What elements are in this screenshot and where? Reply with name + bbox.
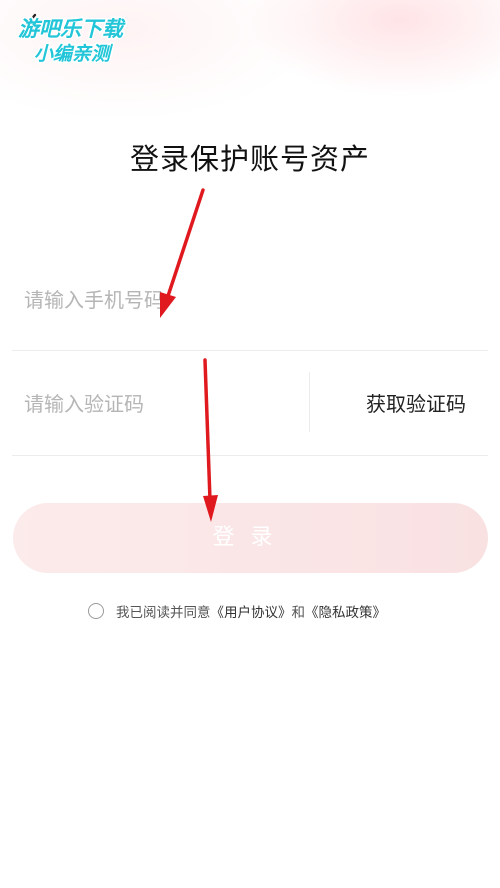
agreement-row: 我已阅读并同意《用户协议》和《隐私政策》: [88, 600, 386, 622]
privacy-policy-link[interactable]: 《隐私政策》: [305, 605, 386, 621]
code-field-row: 获取验证码: [12, 352, 488, 456]
login-button[interactable]: 登录: [13, 503, 488, 573]
phone-input[interactable]: [24, 284, 424, 316]
agreement-prefix: 我已阅读并同意: [116, 605, 211, 621]
verification-code-input[interactable]: [24, 388, 294, 420]
phone-field-row: [12, 248, 488, 351]
agree-checkbox[interactable]: [88, 603, 104, 619]
get-code-button[interactable]: 获取验证码: [366, 388, 466, 417]
agreement-and: 和: [291, 605, 306, 621]
agreement-text: 我已阅读并同意《用户协议》和《隐私政策》: [116, 601, 386, 621]
field-divider: [309, 372, 310, 432]
user-agreement-link[interactable]: 《用户协议》: [211, 605, 292, 621]
watermark-logo: 游吧乐下载 小编亲测: [17, 16, 128, 67]
watermark-line2: 小编亲测: [34, 43, 114, 65]
watermark-line1: 游吧乐下载: [18, 17, 126, 41]
page-title: 登录保护账号资产: [129, 142, 370, 176]
